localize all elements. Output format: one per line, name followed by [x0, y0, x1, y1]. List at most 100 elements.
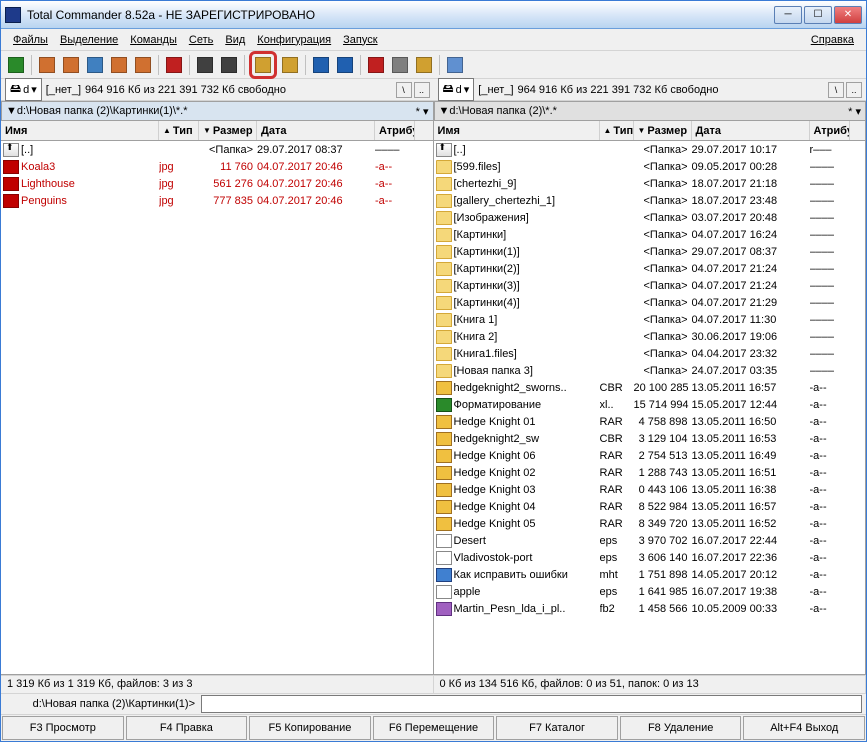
col-header-name[interactable]: Имя	[1, 121, 159, 140]
fav-left-icon[interactable]: * ▾	[416, 105, 429, 118]
file-row[interactable]: [Новая папка 3]<Папка>24.07.2017 03:35––…	[434, 362, 866, 379]
cell-attr: -a--	[810, 586, 850, 598]
file-row[interactable]: Hedge Knight 06RAR2 754 51313.05.2011 16…	[434, 447, 866, 464]
root-button-left[interactable]: \	[396, 82, 412, 98]
ftp-icon	[313, 57, 329, 73]
toolbar-ftp-button[interactable]	[310, 54, 332, 76]
toolbar-notepad-button[interactable]	[444, 54, 466, 76]
menu-commands[interactable]: Команды	[124, 32, 183, 48]
toolbar-thumbs-button[interactable]	[84, 54, 106, 76]
file-row[interactable]: Vladivostok-porteps3 606 14016.07.2017 2…	[434, 549, 866, 566]
file-row[interactable]: Koala3jpg11 76004.07.2017 20:46-a--	[1, 158, 433, 175]
col-header-name[interactable]: Имя	[434, 121, 600, 140]
folder-icon	[436, 347, 452, 361]
toolbar-url-button[interactable]	[334, 54, 356, 76]
archive-icon	[436, 517, 452, 531]
file-row[interactable]: Deserteps3 970 70216.07.2017 22:44-a--	[434, 532, 866, 549]
toolbar-forward-button[interactable]	[218, 54, 240, 76]
menu-net[interactable]: Сеть	[183, 32, 219, 48]
col-header-size[interactable]: Размер	[199, 121, 257, 140]
titlebar[interactable]: Total Commander 8.52a - НЕ ЗАРЕГИСТРИРОВ…	[1, 1, 866, 29]
toolbar-sync-button[interactable]	[413, 54, 435, 76]
drive-free-right: 964 916 Кб из 221 391 732 Кб свободно	[518, 84, 719, 96]
toolbar-tree-sync-button[interactable]	[132, 54, 154, 76]
file-row[interactable]: [Книга 2]<Папка>30.06.2017 19:06––––	[434, 328, 866, 345]
toolbar-tree-toggle-button[interactable]	[108, 54, 130, 76]
menu-view[interactable]: Вид	[219, 32, 251, 48]
toolbar-unpack-button[interactable]	[279, 54, 301, 76]
file-row[interactable]: [Картинки(4)]<Папка>04.07.2017 21:29––––	[434, 294, 866, 311]
toolbar-back-button[interactable]	[194, 54, 216, 76]
notepad-icon	[447, 57, 463, 73]
file-row[interactable]: [Книга 1]<Папка>04.07.2017 11:30––––	[434, 311, 866, 328]
menu-files[interactable]: Файлы	[7, 32, 54, 48]
file-row[interactable]: [Картинки]<Папка>04.07.2017 16:24––––	[434, 226, 866, 243]
toolbar-compare-button[interactable]	[389, 54, 411, 76]
fkey-button[interactable]: F6 Перемещение	[373, 716, 495, 740]
up-button-right[interactable]: ..	[846, 82, 862, 98]
menu-select[interactable]: Выделение	[54, 32, 124, 48]
file-list-left[interactable]: [..]<Папка>29.07.2017 08:37––––Koala3jpg…	[1, 141, 433, 674]
file-row[interactable]: Как исправить ошибкиmht1 751 89814.05.20…	[434, 566, 866, 583]
file-row[interactable]: [Изображения]<Папка>03.07.2017 20:48––––	[434, 209, 866, 226]
file-row[interactable]: [Картинки(2)]<Папка>04.07.2017 21:24––––	[434, 260, 866, 277]
file-row[interactable]: Форматированиеxl..15 714 99415.05.2017 1…	[434, 396, 866, 413]
file-row[interactable]: [599.files]<Папка>09.05.2017 00:28––––	[434, 158, 866, 175]
fkey-button[interactable]: F8 Удаление	[620, 716, 742, 740]
cell-name: [Книга 1]	[454, 314, 600, 326]
cmd-input[interactable]	[201, 695, 862, 713]
toolbar-tree-brief-button[interactable]	[36, 54, 58, 76]
file-row[interactable]: [Картинки(1)]<Папка>29.07.2017 08:37––––	[434, 243, 866, 260]
col-header-date[interactable]: Дата	[257, 121, 375, 140]
file-row[interactable]: Lighthousejpg561 27604.07.2017 20:46-a--	[1, 175, 433, 192]
menu-start[interactable]: Запуск	[337, 32, 383, 48]
file-row[interactable]: Hedge Knight 02RAR1 288 74313.05.2011 16…	[434, 464, 866, 481]
file-row[interactable]: hedgeknight2_sworns..CBR20 100 28513.05.…	[434, 379, 866, 396]
path-right[interactable]: ▼d:\Новая папка (2)\*.** ▾	[434, 101, 867, 121]
file-row[interactable]: Martin_Pesn_lda_i_pl..fb21 458 56610.05.…	[434, 600, 866, 617]
folder-icon	[436, 160, 452, 174]
file-row[interactable]: Hedge Knight 03RAR0 443 10613.05.2011 16…	[434, 481, 866, 498]
file-row[interactable]: Hedge Knight 05RAR8 349 72013.05.2011 16…	[434, 515, 866, 532]
file-row[interactable]: Hedge Knight 01RAR4 758 89813.05.2011 16…	[434, 413, 866, 430]
menu-help[interactable]: Справка	[805, 32, 860, 48]
file-row[interactable]: [Картинки(3)]<Папка>04.07.2017 21:24––––	[434, 277, 866, 294]
col-header-ext[interactable]: Тип	[600, 121, 634, 140]
close-button[interactable]: ✕	[834, 6, 862, 24]
file-row[interactable]: hedgeknight2_swCBR3 129 10413.05.2011 16…	[434, 430, 866, 447]
file-list-right[interactable]: [..]<Папка>29.07.2017 10:17r–––[599.file…	[434, 141, 866, 674]
file-row[interactable]: [Книга1.files]<Папка>04.04.2017 23:32–––…	[434, 345, 866, 362]
fav-right-icon[interactable]: * ▾	[848, 105, 861, 118]
fkey-button[interactable]: F5 Копирование	[249, 716, 371, 740]
toolbar-invert-button[interactable]	[163, 54, 185, 76]
drive-select-left[interactable]: 🖴 d ▾	[5, 78, 42, 101]
drive-select-right[interactable]: 🖴 d ▾	[438, 78, 475, 101]
toolbar-refresh-button[interactable]	[5, 54, 27, 76]
up-button-left[interactable]: ..	[414, 82, 430, 98]
fkey-button[interactable]: F4 Правка	[126, 716, 248, 740]
menu-config[interactable]: Конфигурация	[251, 32, 337, 48]
cell-date: 18.07.2017 21:18	[692, 178, 810, 190]
minimize-button[interactable]: ─	[774, 6, 802, 24]
col-header-size[interactable]: Размер	[634, 121, 692, 140]
maximize-button[interactable]: ☐	[804, 6, 832, 24]
file-row[interactable]: [..]<Папка>29.07.2017 08:37––––	[1, 141, 433, 158]
col-header-date[interactable]: Дата	[692, 121, 810, 140]
file-row[interactable]: [gallery_chertezhi_1]<Папка>18.07.2017 2…	[434, 192, 866, 209]
file-row[interactable]: Penguinsjpg777 83504.07.2017 20:46-a--	[1, 192, 433, 209]
fkey-button[interactable]: F3 Просмотр	[2, 716, 124, 740]
toolbar-target-button[interactable]	[365, 54, 387, 76]
fkey-button[interactable]: F7 Каталог	[496, 716, 618, 740]
file-row[interactable]: [chertezhi_9]<Папка>18.07.2017 21:18––––	[434, 175, 866, 192]
toolbar-tree-full-button[interactable]	[60, 54, 82, 76]
path-left[interactable]: ▼d:\Новая папка (2)\Картинки(1)\*.** ▾	[1, 101, 434, 121]
file-row[interactable]: Hedge Knight 04RAR8 522 98413.05.2011 16…	[434, 498, 866, 515]
toolbar-pack-button[interactable]	[249, 51, 277, 79]
fkey-button[interactable]: Alt+F4 Выход	[743, 716, 865, 740]
file-row[interactable]: [..]<Папка>29.07.2017 10:17r–––	[434, 141, 866, 158]
col-header-attr[interactable]: Атрибу	[375, 121, 415, 140]
file-row[interactable]: appleeps1 641 98516.07.2017 19:38-a--	[434, 583, 866, 600]
col-header-attr[interactable]: Атрибу	[810, 121, 850, 140]
col-header-ext[interactable]: Тип	[159, 121, 199, 140]
root-button-right[interactable]: \	[828, 82, 844, 98]
